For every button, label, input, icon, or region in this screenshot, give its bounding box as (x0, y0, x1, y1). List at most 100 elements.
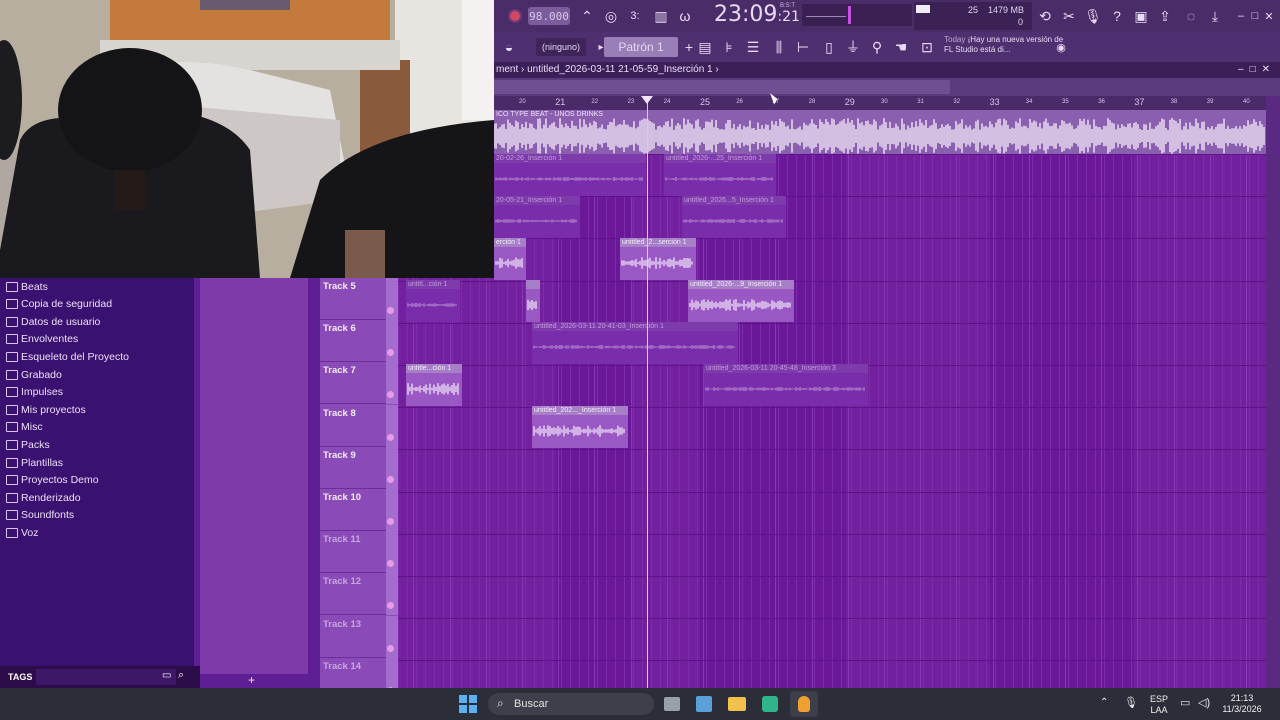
timeline-ruler[interactable]: 20 21 22 23 24 25 26 27 28 29 30 31 32 33 34 35 36 37 38 39… (494, 96, 1280, 110)
mic-icon[interactable]: 🎙 (1082, 5, 1104, 27)
mixer-icon[interactable]: ⫼ (768, 36, 790, 58)
add-button[interactable]: + (248, 673, 255, 687)
clip[interactable]: untitle...ción 1 (406, 364, 462, 406)
browser-tree-icon[interactable]: ⊢ (792, 36, 814, 58)
clip[interactable]: untitled_202..._Inserción 1 (532, 406, 628, 448)
playlist-breadcrumb[interactable]: ment › untitled_2026-03-11 21-05-59_Inse… (496, 64, 719, 75)
browser-item[interactable]: Proyectos Demo (6, 472, 99, 489)
piano-roll-icon[interactable]: ⊧ (718, 36, 740, 58)
browser-item[interactable]: Plantillas (6, 454, 63, 471)
clip[interactable]: untitl...ción 1 (406, 280, 460, 322)
search-icon[interactable]: ⌕ (178, 669, 184, 682)
chevron-up-icon[interactable]: ⌃ (1100, 697, 1108, 708)
track-header[interactable]: Track 7 (320, 362, 398, 405)
track-header[interactable]: Track 12 (320, 573, 398, 616)
language-indicator[interactable]: ESP LAA (1146, 694, 1172, 716)
clip[interactable]: 20-05-21_Inserción 1 (494, 196, 580, 238)
clip[interactable]: untitled_2026-...9_Inserción 1 (688, 280, 794, 322)
track-side-strip[interactable] (386, 278, 398, 320)
playhead-icon[interactable] (641, 96, 653, 104)
blend-icon[interactable]: ω (674, 5, 696, 27)
save-icon[interactable]: ▣ (1130, 5, 1152, 27)
browser-item[interactable]: Esqueleto del Proyecto (6, 348, 129, 365)
file-icon[interactable]: ▯ (818, 36, 840, 58)
track-mute-icon[interactable] (387, 644, 394, 652)
taskbar-clock[interactable]: 21:13 11/3/2026 (1218, 693, 1266, 715)
track-side-strip[interactable] (386, 362, 398, 405)
clip[interactable]: untitled_2...serción 1 (620, 238, 696, 280)
browser-item[interactable]: Misc (6, 419, 43, 436)
tempo-display[interactable]: 98.000 (528, 7, 570, 25)
taskbar-search[interactable]: ⌕ Buscar (488, 693, 654, 715)
fl-studio-taskbar-button[interactable] (790, 691, 818, 717)
browser-item[interactable]: Beats (6, 278, 48, 295)
browser-item[interactable]: Datos de usuario (6, 313, 100, 330)
track-header[interactable]: Track 10 (320, 489, 398, 531)
track-side-strip[interactable] (386, 573, 398, 616)
clip[interactable] (526, 280, 540, 322)
track-side-strip[interactable] (386, 531, 398, 574)
undo-icon[interactable]: ⟲ (1034, 5, 1056, 27)
browser-item[interactable]: Packs (6, 436, 50, 453)
track-header[interactable]: Track 9 (320, 446, 398, 489)
track-mute-icon[interactable] (387, 518, 394, 525)
track-mute-icon[interactable] (387, 307, 394, 314)
store-icon[interactable] (696, 696, 712, 712)
folder-icon[interactable]: ▭ (162, 670, 171, 681)
file-explorer-icon[interactable] (728, 697, 746, 711)
network-icon[interactable]: ▭ (1180, 696, 1190, 709)
task-view-icon[interactable] (664, 697, 680, 711)
volume-icon[interactable]: ◁) (1198, 696, 1210, 709)
chat-icon[interactable]: ◌ (1180, 5, 1202, 27)
loop-record-icon[interactable]: ◎ (600, 5, 622, 27)
track-header[interactable]: Track 13 (320, 615, 398, 658)
overview-window[interactable] (494, 80, 950, 94)
track-side-strip[interactable] (386, 320, 398, 363)
browser-item[interactable]: Grabado (6, 366, 62, 383)
cart-icon[interactable]: ⊡ (916, 36, 938, 58)
clip[interactable]: untitled_2026-...25_Inserción 1 (664, 154, 776, 196)
track-mute-icon[interactable] (387, 475, 394, 483)
record-button[interactable] (508, 9, 522, 23)
keyboard-icon[interactable]: ▥ (650, 5, 672, 27)
browser-item[interactable]: Mis proyectos (6, 401, 86, 418)
metronome-icon[interactable]: ⌃ (576, 5, 598, 27)
close-icon[interactable]: ✕ (1258, 5, 1280, 27)
hint-icon[interactable]: ◒ (498, 36, 520, 58)
clip[interactable]: erción 1 (494, 238, 526, 280)
windows-start-icon[interactable] (459, 695, 477, 713)
clip[interactable]: 20-02-26_Inserción 1 (494, 154, 646, 196)
playlist-icon[interactable]: ▤ (694, 36, 716, 58)
tags-search-input[interactable] (36, 669, 176, 685)
picker-icon[interactable]: ⚲ (866, 36, 888, 58)
mic-icon[interactable]: 🎙 (1124, 696, 1138, 709)
plugin-icon[interactable]: ⏚ (842, 36, 864, 58)
playlist-window-buttons[interactable]: –□✕ (1238, 62, 1276, 78)
track-header[interactable]: Track 6 (320, 320, 398, 363)
browser-item[interactable]: Renderizado (6, 489, 81, 506)
playlist-overview[interactable] (494, 78, 1280, 96)
track-mute-icon[interactable] (387, 433, 394, 441)
track-header[interactable]: Track 11 (320, 531, 398, 574)
cut-icon[interactable]: ✂ (1058, 5, 1080, 27)
browser-item[interactable]: Voz (6, 524, 39, 541)
help-icon[interactable]: ? (1106, 5, 1128, 27)
playhead-marker[interactable] (647, 96, 648, 688)
pattern-select[interactable]: Patrón 1 (604, 37, 678, 57)
clip[interactable]: untitled_2026-03-11 20-41-03_Inserción 1 (532, 322, 738, 364)
channel-rack-icon[interactable]: ☰ (742, 36, 764, 58)
touch-icon[interactable]: ☚ (890, 36, 912, 58)
preset-select[interactable]: (ninguno) (536, 38, 586, 56)
audio-clip-beat[interactable]: ICO TYPE BEAT - UNOS DRINKS (494, 110, 1266, 154)
news-next-icon[interactable]: ◉ (1050, 36, 1072, 58)
clip[interactable]: untitled_2026...5_Inserción 1 (682, 196, 786, 238)
browser-item[interactable]: Soundfonts (6, 507, 74, 524)
app-icon[interactable] (762, 696, 778, 712)
track-header[interactable]: Track 5 (320, 278, 398, 320)
browser-item[interactable]: Impulses (6, 384, 63, 401)
browser-item[interactable]: Envolventes (6, 331, 78, 348)
download-icon[interactable]: ⤓ (1204, 5, 1226, 27)
track-side-strip[interactable] (386, 489, 398, 531)
export-icon[interactable]: ⇪ (1154, 5, 1176, 27)
vertical-scrollbar[interactable] (1266, 96, 1280, 688)
